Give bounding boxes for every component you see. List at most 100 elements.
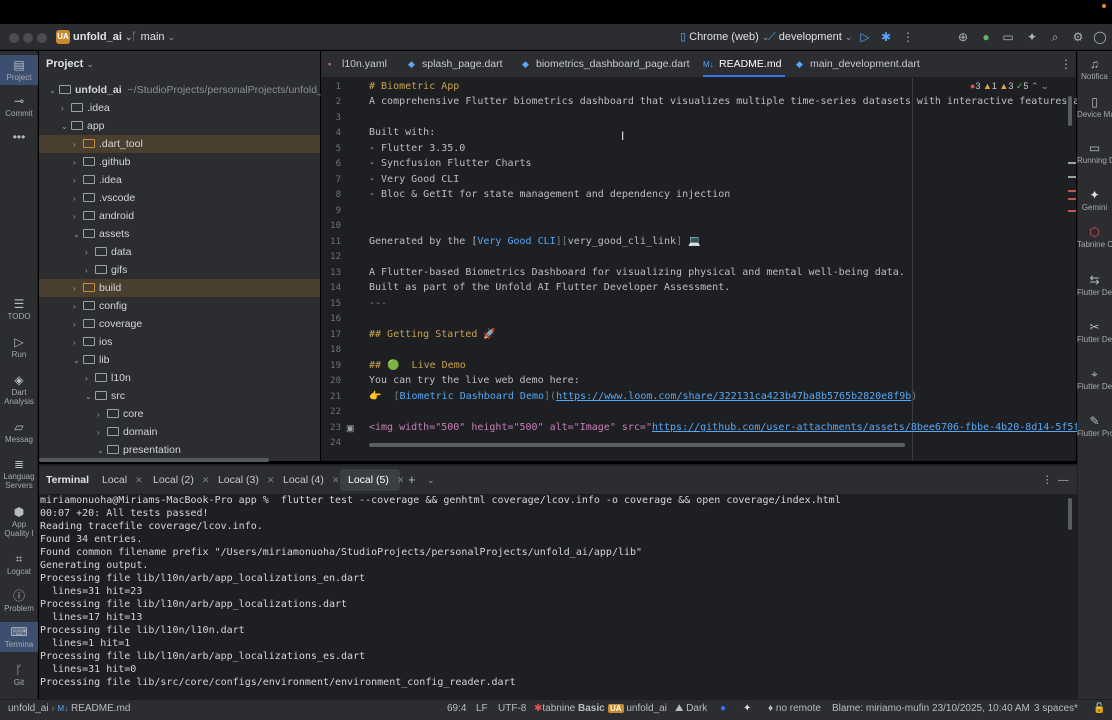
code-url[interactable]: https://github.com/user-attachments/asse…: [652, 422, 1112, 433]
project-panel-title[interactable]: Project ⌄: [46, 58, 94, 70]
tool-todo[interactable]: ☰ TODO: [0, 297, 38, 321]
tool-flutter-deep-links[interactable]: ⇆Flutter Deep Lin: [1077, 273, 1112, 297]
device-mirror-icon[interactable]: ▭: [1000, 29, 1016, 45]
indent-setting[interactable]: 3 spaces*: [1034, 702, 1078, 716]
terminal-tab-local-4[interactable]: Local (4) ✕: [283, 466, 339, 494]
tool-terminal[interactable]: ⌨ Termina: [0, 622, 38, 652]
status-circle-icon[interactable]: ●: [720, 702, 726, 716]
tool-commit[interactable]: ⊸ Commit: [0, 94, 38, 118]
tree-item[interactable]: › core: [39, 405, 320, 423]
tree-item[interactable]: › android: [39, 207, 320, 225]
tool-more[interactable]: •••: [0, 130, 38, 145]
inspection-widget[interactable]: ●3 ▲1 ▲3 ✓5 ⌃ ⌄: [970, 81, 1049, 92]
account-icon[interactable]: ◯: [1092, 29, 1108, 45]
project-horizontal-scrollbar[interactable]: [39, 458, 269, 462]
tool-flutter-devtools-2[interactable]: ⌖Flutter DevToo: [1077, 367, 1112, 391]
tree-item[interactable]: › .github: [39, 153, 320, 171]
tree-item[interactable]: › ios: [39, 333, 320, 351]
close-icon[interactable]: ✕: [135, 475, 143, 485]
caret-position[interactable]: 69:4: [447, 702, 466, 716]
tree-item[interactable]: › l10n: [39, 369, 320, 387]
tabnine-status[interactable]: ✱tabnine Basic: [534, 702, 605, 716]
tool-device-manager[interactable]: ▯Device Manage: [1077, 95, 1112, 119]
terminal-tab-local-2[interactable]: Local (2) ✕: [153, 466, 209, 494]
branch-switcher[interactable]: ᚴ main ⌄: [131, 30, 175, 44]
breadcrumb-project[interactable]: unfold_ai: [8, 703, 49, 714]
terminal-tab-local-3[interactable]: Local (3) ✕: [218, 466, 274, 494]
tool-flutter-properties[interactable]: ✎Flutter Propert: [1077, 414, 1112, 438]
tool-running-devices[interactable]: ▭Running Devices: [1077, 141, 1112, 165]
project-switcher[interactable]: unfold_ai ⌄: [73, 30, 133, 44]
tool-messages[interactable]: ▱ Messag: [0, 420, 38, 444]
copilot-icon[interactable]: ●: [978, 29, 994, 45]
project-status[interactable]: UA unfold_ai: [608, 702, 667, 716]
tool-project[interactable]: ▤ Project: [0, 55, 38, 85]
tree-item[interactable]: › .vscode: [39, 189, 320, 207]
file-encoding[interactable]: UTF-8: [498, 702, 526, 716]
tree-item[interactable]: › build: [39, 279, 320, 297]
line-separator[interactable]: LF: [476, 702, 488, 716]
close-icon[interactable]: ✕: [202, 475, 210, 485]
minimize-panel-icon[interactable]: —: [1058, 466, 1069, 494]
new-terminal-plus-icon[interactable]: +: [408, 466, 416, 494]
device-selector[interactable]: ▯ Chrome (web) ⌄: [680, 30, 769, 44]
terminal-vertical-scrollbar[interactable]: [1068, 498, 1072, 530]
tab-main-development[interactable]: ◆ main_development.dart: [796, 51, 920, 78]
settings-gear-icon[interactable]: ⚙: [1070, 29, 1086, 45]
more-actions-icon[interactable]: ⋮: [900, 29, 916, 45]
chevron-down-icon[interactable]: ⌄: [1041, 81, 1049, 91]
tab-readme[interactable]: M↓ README.md: [703, 51, 781, 78]
tree-item[interactable]: ⌄ app: [39, 117, 320, 135]
chevron-up-icon[interactable]: ⌃: [1031, 81, 1039, 91]
ai-assistant-icon[interactable]: ✦: [1024, 29, 1040, 45]
run-icon[interactable]: ▷: [857, 29, 873, 45]
tool-tabnine-chat[interactable]: ⬡Tabnine Chat: [1077, 225, 1112, 249]
tool-problems[interactable]: ⓘ Problem: [0, 589, 38, 613]
tree-item[interactable]: › coverage: [39, 315, 320, 333]
zoom-window-button[interactable]: [37, 33, 47, 43]
breadcrumb-file[interactable]: README.md: [71, 703, 130, 714]
tool-gemini[interactable]: ✦ Gemini: [1077, 188, 1112, 212]
tool-language-servers[interactable]: ≣ Languag Servers: [0, 457, 38, 490]
terminal-tab-local-5[interactable]: Local (5) ✕: [348, 466, 404, 494]
editor-horizontal-scrollbar[interactable]: [369, 443, 905, 447]
remote-status[interactable]: ♦ no remote: [768, 702, 821, 716]
tree-item[interactable]: › gifs: [39, 261, 320, 279]
more-tabs-icon[interactable]: ⋮: [1058, 56, 1074, 72]
tree-item[interactable]: › config: [39, 297, 320, 315]
gamepad-icon[interactable]: ⊕: [955, 29, 971, 45]
run-config-selector[interactable]: ⟋ development ⌄: [768, 30, 852, 44]
breadcrumb[interactable]: unfold_ai › M↓ README.md: [8, 702, 130, 716]
close-window-button[interactable]: [9, 33, 19, 43]
close-icon[interactable]: ✕: [267, 475, 275, 485]
tab-splash-page[interactable]: ◆ splash_page.dart: [408, 51, 503, 78]
terminal-options-icon[interactable]: ⋮: [1042, 466, 1053, 494]
tree-item[interactable]: ⌄ lib: [39, 351, 320, 369]
tree-root[interactable]: ⌄ unfold_ai ~/StudioProjects/personalProje…: [39, 81, 329, 99]
tree-item[interactable]: › domain: [39, 423, 320, 441]
tree-item[interactable]: ⌄ assets: [39, 225, 320, 243]
ai-sparkle-icon[interactable]: ✦: [743, 702, 751, 716]
tool-notifications[interactable]: ♫ Notifica: [1077, 57, 1112, 81]
code-url[interactable]: https://www.loom.com/share/322131ca423b4…: [556, 391, 911, 402]
close-icon[interactable]: ✕: [332, 475, 340, 485]
debug-icon[interactable]: ✱: [878, 29, 894, 45]
code-link-text[interactable]: Biometric Dashboard Demo: [400, 391, 545, 402]
tree-item[interactable]: › .idea: [39, 171, 320, 189]
tab-l10n-yaml[interactable]: ▪ l10n.yaml: [328, 51, 387, 78]
tool-logcat[interactable]: ⌗ Logcat: [0, 552, 38, 576]
code-link-ref[interactable]: very_good_cli_link: [568, 236, 676, 247]
code-link-text[interactable]: Very Good CLI: [477, 236, 555, 247]
tool-run[interactable]: ▷ Run: [0, 335, 38, 359]
tool-dart-analysis[interactable]: ◈ Dart Analysis: [0, 373, 38, 406]
tree-item[interactable]: ⌄ presentation: [39, 441, 320, 459]
tree-item[interactable]: › .idea: [39, 99, 320, 117]
tool-git[interactable]: ᚴ Git: [0, 663, 38, 687]
search-icon[interactable]: ⌕: [1047, 29, 1063, 45]
tree-item[interactable]: › .dart_tool: [39, 135, 320, 153]
image-preview-icon[interactable]: ▣: [346, 423, 355, 434]
close-icon[interactable]: ✕: [397, 475, 405, 485]
minimize-window-button[interactable]: [23, 33, 33, 43]
tab-biometrics-dashboard[interactable]: ◆ biometrics_dashboard_page.dart: [522, 51, 690, 78]
readonly-icon[interactable]: 🔓: [1093, 702, 1105, 716]
